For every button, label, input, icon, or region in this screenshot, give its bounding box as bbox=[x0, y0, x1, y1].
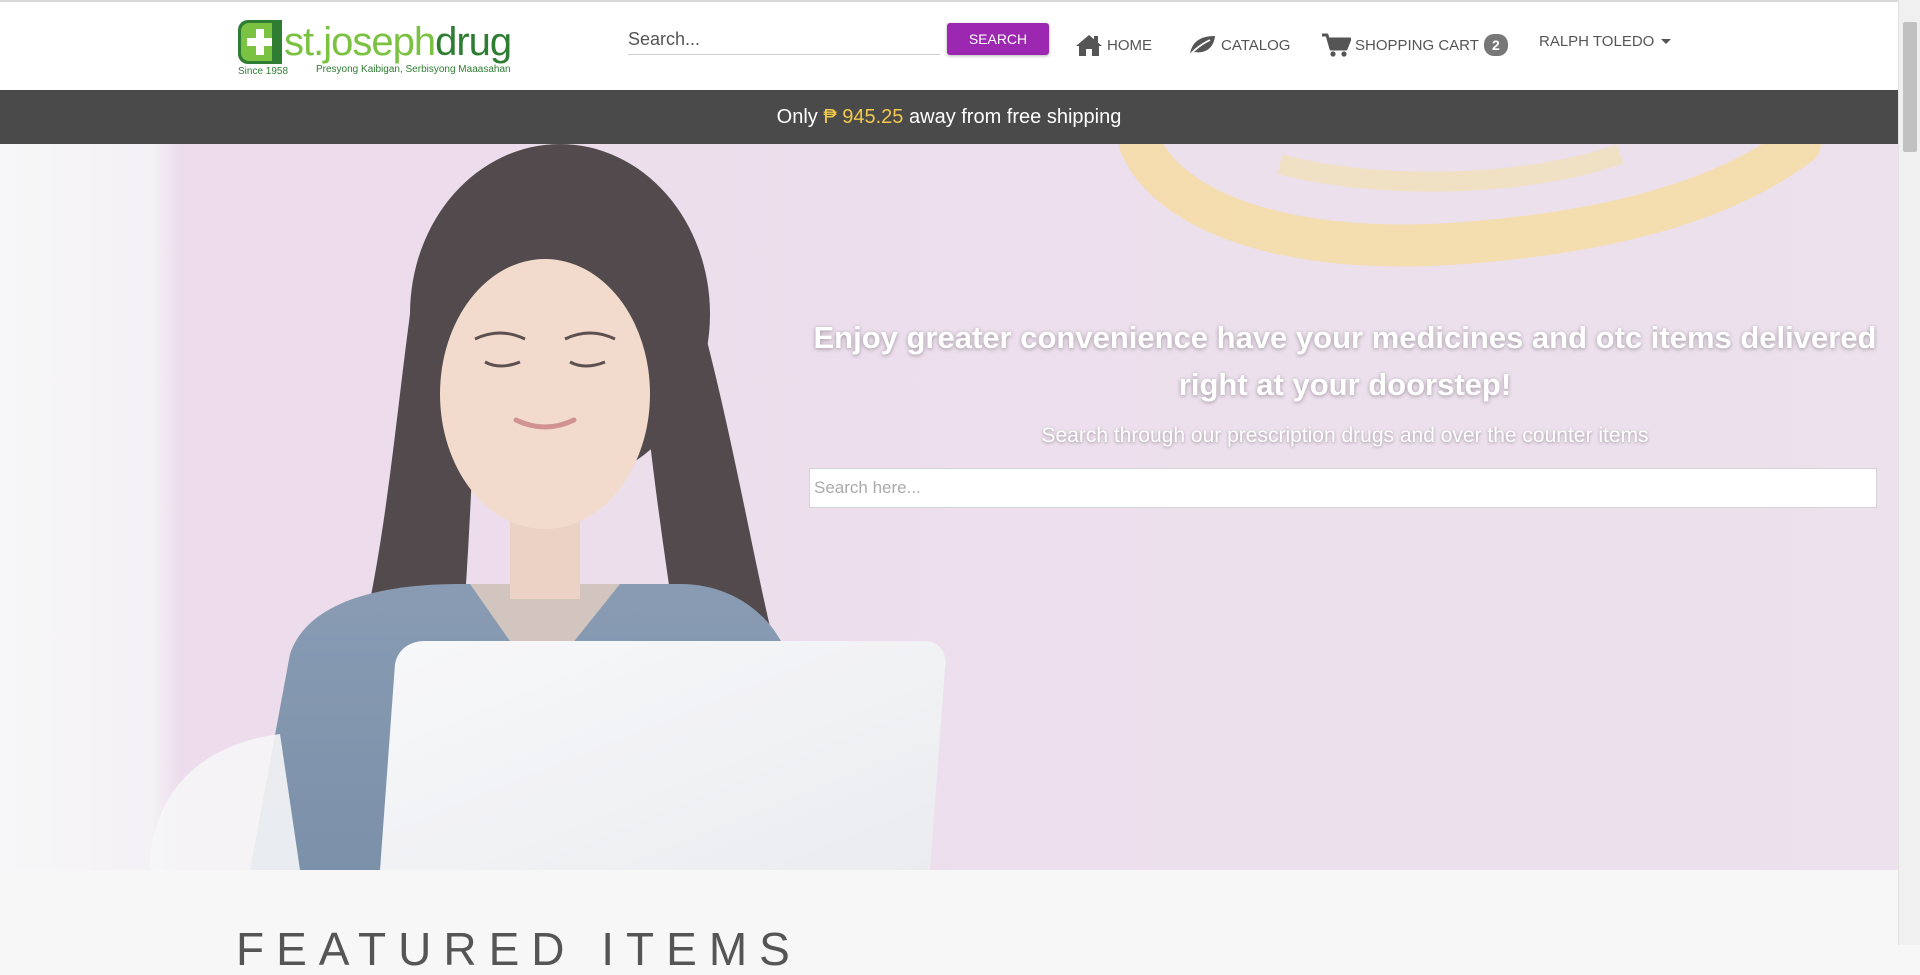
logo-cross-icon bbox=[238, 20, 282, 64]
hero-banner: Enjoy greater convenience have your medi… bbox=[0, 144, 1898, 870]
logo-tagline: Presyong Kaibigan, Serbisyong Maaasahan bbox=[316, 64, 511, 75]
promo-prefix: Only bbox=[776, 105, 818, 128]
top-navbar: st.josephdrug Since 1958 Presyong Kaibig… bbox=[0, 2, 1898, 90]
nav-catalog-label: CATALOG bbox=[1221, 36, 1291, 54]
nav-cart-label: SHOPPING CART bbox=[1355, 36, 1479, 54]
nav-home-label: HOME bbox=[1107, 36, 1152, 54]
caret-down-icon bbox=[1661, 38, 1672, 44]
user-name: RALPH TOLEDO bbox=[1539, 32, 1655, 50]
hero-title: Enjoy greater convenience have your medi… bbox=[813, 320, 1877, 402]
hero-search-input[interactable] bbox=[809, 468, 1877, 508]
page-scrollbar[interactable] bbox=[1898, 0, 1920, 945]
cart-count-badge: 2 bbox=[1483, 34, 1508, 56]
promo-suffix: away from free shipping bbox=[909, 105, 1122, 128]
scrollbar-thumb[interactable] bbox=[1903, 22, 1917, 152]
user-menu-dropdown[interactable]: RALPH TOLEDO bbox=[1539, 26, 1672, 56]
nav-cart-link[interactable]: SHOPPING CART 2 bbox=[1321, 30, 1508, 60]
promo-amount: ₱ 945.25 bbox=[823, 105, 904, 128]
nav-catalog-link[interactable]: CATALOG bbox=[1187, 30, 1290, 60]
leaf-icon bbox=[1188, 36, 1215, 57]
logo-brand-text: st.josephdrug bbox=[284, 18, 512, 66]
hero-subtitle: Search through our prescription drugs an… bbox=[1041, 424, 1649, 447]
free-shipping-banner: Only ₱ 945.25 away from free shipping bbox=[0, 90, 1898, 144]
home-icon bbox=[1076, 35, 1102, 56]
cart-icon bbox=[1322, 33, 1351, 57]
logo-brand-part2: drug bbox=[435, 20, 512, 64]
logo-brand-part1: st.joseph bbox=[284, 20, 436, 64]
featured-items-heading: FEATURED ITEMS bbox=[236, 923, 802, 975]
search-button[interactable]: SEARCH bbox=[947, 23, 1049, 55]
navbar-search-input[interactable] bbox=[628, 24, 940, 55]
nav-home-link[interactable]: HOME bbox=[1075, 30, 1152, 60]
logo-since-text: Since 1958 bbox=[238, 66, 289, 77]
site-logo[interactable]: st.josephdrug Since 1958 Presyong Kaibig… bbox=[236, 18, 516, 78]
